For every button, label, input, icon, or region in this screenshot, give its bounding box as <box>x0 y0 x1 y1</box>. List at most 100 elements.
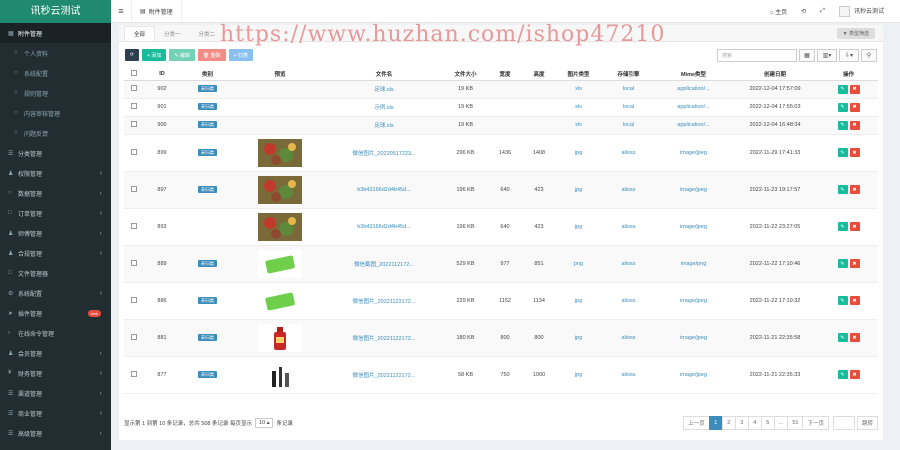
row-delete-button[interactable]: ✖ <box>849 259 860 268</box>
select-cell[interactable] <box>124 80 144 99</box>
page-button[interactable]: 51 <box>787 416 804 430</box>
type-link[interactable]: jpg <box>575 224 582 230</box>
row-delete-button[interactable]: ✖ <box>849 185 860 194</box>
row-delete-button[interactable]: ✖ <box>849 120 860 130</box>
next-page-button[interactable]: 下一页 <box>802 416 829 430</box>
sidebar-item[interactable]: ♟ 合规管理 ‹ <box>0 243 111 263</box>
sidebar-item[interactable]: □ 订单管理 ‹ <box>0 203 111 223</box>
type-link[interactable]: jpg <box>575 150 582 156</box>
select-cell[interactable] <box>124 245 144 283</box>
table-row[interactable]: 897 未归类 b3b43166d2d4b45d... 196 KB 640 423 jpg… <box>124 171 878 209</box>
filename-link[interactable]: 微信图片_20220517223... <box>352 151 415 157</box>
painting-thumbnail[interactable] <box>258 175 302 204</box>
mime-link[interactable]: application/... <box>677 104 709 110</box>
table-row[interactable]: 901 未归类 示例.xls 19 KB xls local application/...… <box>124 98 878 117</box>
clear-cache-icon[interactable]: ⟲ <box>801 8 806 15</box>
row-edit-button[interactable]: ✎ <box>837 84 848 94</box>
search-input[interactable]: 搜索 <box>717 48 797 62</box>
export-button[interactable]: ⇩▾ <box>839 48 859 62</box>
type-link[interactable]: jpg <box>575 187 582 193</box>
row-checkbox[interactable] <box>131 85 137 91</box>
table-view-button[interactable]: ▦ <box>799 48 815 62</box>
select-all-header[interactable] <box>124 68 144 81</box>
sidebar-item[interactable]: ♟ 师傅管理 ‹ <box>0 223 111 243</box>
mime-link[interactable]: image/jpeg <box>680 298 707 304</box>
storage-link[interactable]: alioss <box>621 372 635 378</box>
storage-link[interactable]: local <box>623 86 634 92</box>
select-cell[interactable] <box>124 356 144 394</box>
page-size-select[interactable]: 10 ▴ <box>255 418 274 428</box>
tab-category-1[interactable]: 分类一 <box>155 27 190 41</box>
row-delete-button[interactable]: ✖ <box>849 222 860 231</box>
tab-all[interactable]: 全部 <box>124 26 156 41</box>
app-logo[interactable]: 讯秒云测试 <box>0 0 111 23</box>
storage-link[interactable]: alioss <box>621 261 635 267</box>
filename-link[interactable]: 微信图片_20221122172... <box>353 336 416 342</box>
select-cell[interactable] <box>124 134 144 172</box>
type-link[interactable]: xls <box>575 86 582 92</box>
mime-link[interactable]: image/jpeg <box>680 150 707 156</box>
page-button[interactable]: 1 <box>708 416 723 430</box>
row-edit-button[interactable]: ✎ <box>837 120 848 130</box>
mime-link[interactable]: image/jpeg <box>680 372 707 378</box>
page-button[interactable]: 2 <box>721 416 736 430</box>
mime-link[interactable]: image/png <box>681 261 707 267</box>
advanced-search-button[interactable]: ⚲ <box>861 48 877 62</box>
page-button[interactable]: 3 <box>734 416 749 430</box>
tab-attachments[interactable]: ▤ 附件管理 <box>131 0 182 23</box>
select-cell[interactable] <box>124 116 144 135</box>
bottle-thumbnail[interactable] <box>258 323 302 352</box>
sidebar-item[interactable]: ☰ 渠道管理 ‹ <box>0 383 111 403</box>
home-link[interactable]: ⌂ 主页 <box>770 7 787 16</box>
jump-page-input[interactable] <box>832 416 855 430</box>
row-edit-button[interactable]: ✎ <box>837 102 848 112</box>
type-link[interactable]: jpg <box>575 372 582 378</box>
user-menu[interactable]: 讯秒云测试 <box>838 5 884 17</box>
columns-toggle-button[interactable]: ▥▾ <box>817 48 837 62</box>
mime-link[interactable]: application/... <box>677 122 709 128</box>
storage-link[interactable]: alioss <box>621 150 635 156</box>
type-link[interactable]: jpg <box>575 298 582 304</box>
painting-thumbnail[interactable] <box>258 138 302 167</box>
edit-button[interactable]: ✎ 编辑 <box>169 49 195 61</box>
sidebar-item[interactable]: ○ 内容审核管理 <box>0 103 111 123</box>
page-button[interactable]: ... <box>773 416 789 430</box>
row-checkbox[interactable] <box>131 296 137 303</box>
page-button[interactable]: 5 <box>760 416 775 430</box>
row-edit-button[interactable]: ✎ <box>837 222 848 231</box>
type-link[interactable]: xls <box>575 104 582 110</box>
row-delete-button[interactable]: ✖ <box>849 296 860 305</box>
sidebar-item[interactable]: ¥ 财务管理 ‹ <box>0 363 111 383</box>
tab-category-2[interactable]: 分类二 <box>190 27 225 41</box>
type-link[interactable]: png <box>574 261 583 267</box>
refresh-button[interactable]: ⟳ <box>125 49 139 61</box>
storage-link[interactable]: local <box>623 104 634 110</box>
mime-link[interactable]: image/jpeg <box>680 224 707 230</box>
select-cell[interactable] <box>124 98 144 117</box>
table-row[interactable]: 899 未归类 微信图片_20220517223... 296 KB 1436 1408 j… <box>124 134 878 172</box>
row-edit-button[interactable]: ✎ <box>837 370 848 379</box>
filename-link[interactable]: 微信截图_2022112172... <box>354 262 414 268</box>
sidebar-item[interactable]: ➤ 插件管理 new <box>0 303 111 323</box>
card-thumbnail[interactable] <box>258 249 302 278</box>
filename-link[interactable]: 微信图片_20221122172... <box>353 373 416 379</box>
table-row[interactable]: 893 b3b43166d2d4b45d... 196 KB 640 423 jpg ali… <box>124 208 878 246</box>
row-checkbox[interactable] <box>131 222 137 229</box>
row-edit-button[interactable]: ✎ <box>837 296 848 305</box>
filename-link[interactable]: 足球.xls <box>374 123 393 129</box>
sidebar-item[interactable]: ☰ 分类管理 <box>0 143 111 163</box>
sidebar-item[interactable]: ○ 规则管理 <box>0 83 111 103</box>
table-row[interactable]: 889 未归类 微信截图_2022112172... 529 KB 977 851 png a… <box>124 245 878 283</box>
painting-thumbnail[interactable] <box>258 212 302 241</box>
mime-link[interactable]: application/... <box>677 86 709 92</box>
classify-button[interactable]: + 归类 <box>228 49 253 61</box>
row-edit-button[interactable]: ✎ <box>837 185 848 194</box>
type-link[interactable]: xls <box>575 122 582 128</box>
mime-link[interactable]: image/jpeg <box>680 335 707 341</box>
storage-link[interactable]: alioss <box>621 298 635 304</box>
row-delete-button[interactable]: ✖ <box>849 370 860 379</box>
storage-link[interactable]: local <box>623 122 634 128</box>
row-delete-button[interactable]: ✖ <box>849 333 860 342</box>
select-cell[interactable] <box>124 282 144 320</box>
sidebar-item[interactable]: ♟ 会员管理 ‹ <box>0 343 111 363</box>
